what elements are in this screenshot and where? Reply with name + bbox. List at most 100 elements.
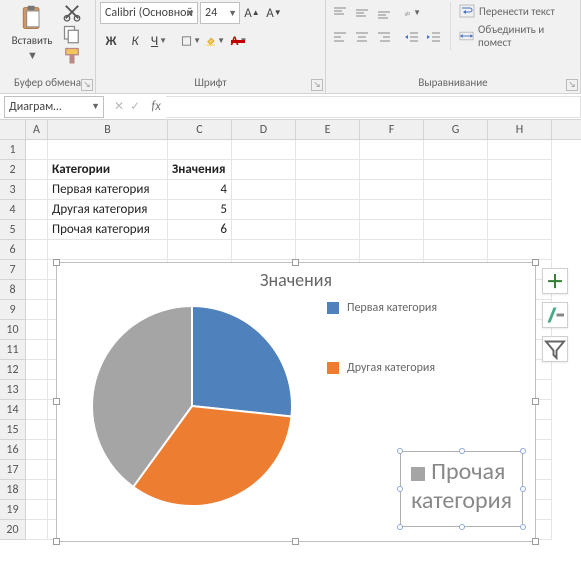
select-all-corner[interactable] (0, 120, 26, 139)
cell[interactable]: 6 (168, 220, 232, 240)
row-header[interactable]: 11 (0, 340, 26, 360)
italic-button[interactable]: К (124, 30, 146, 52)
resize-handle[interactable] (532, 538, 539, 545)
cell[interactable] (26, 500, 48, 520)
row-header[interactable]: 10 (0, 320, 26, 340)
cell[interactable] (424, 140, 488, 160)
cell[interactable] (296, 240, 360, 260)
chevron-down-icon[interactable]: ▼ (91, 101, 100, 112)
paste-button[interactable]: Вставить ▼ (4, 2, 60, 64)
cell[interactable] (232, 140, 296, 160)
legend-item-editing[interactable]: Прочаякатегория (400, 451, 523, 527)
cell[interactable] (360, 240, 424, 260)
align-center-button[interactable] (352, 26, 372, 48)
resize-handle[interactable] (292, 259, 299, 266)
cell[interactable] (168, 140, 232, 160)
format-painter-button[interactable] (62, 46, 82, 66)
cell[interactable]: Первая категория (48, 180, 168, 200)
cell[interactable]: Категории (48, 160, 168, 180)
cell[interactable] (424, 240, 488, 260)
cell[interactable] (488, 220, 552, 240)
row-header[interactable]: 5 (0, 220, 26, 240)
fx-icon[interactable]: fx (146, 99, 166, 114)
resize-handle[interactable] (53, 259, 60, 266)
decrease-font-button[interactable]: A▼ (264, 2, 284, 24)
copy-button[interactable] (62, 24, 82, 44)
align-right-button[interactable] (374, 26, 394, 48)
cell[interactable] (26, 340, 48, 360)
cell[interactable] (26, 220, 48, 240)
cell[interactable] (26, 440, 48, 460)
name-box[interactable]: Диаграм… ▼ (4, 96, 104, 118)
chevron-down-icon[interactable]: ▼ (27, 49, 38, 62)
row-header[interactable]: 17 (0, 460, 26, 480)
cell[interactable] (488, 240, 552, 260)
cell[interactable] (26, 480, 48, 500)
cell[interactable] (488, 140, 552, 160)
cell[interactable] (26, 380, 48, 400)
row-header[interactable]: 8 (0, 280, 26, 300)
font-color-button[interactable]: A▼ (228, 30, 250, 52)
chevron-down-icon[interactable]: ▼ (186, 8, 195, 19)
legend-item[interactable]: Другая категория (327, 361, 535, 375)
resize-handle[interactable] (53, 398, 60, 405)
cell[interactable] (296, 140, 360, 160)
cell[interactable] (296, 160, 360, 180)
font-size-combo[interactable]: 24 ▼ (200, 2, 240, 24)
row-header[interactable]: 6 (0, 240, 26, 260)
align-bottom-button[interactable] (374, 2, 394, 24)
cell[interactable] (360, 140, 424, 160)
chart-object[interactable]: Значения Первая категория Другая категор… (56, 262, 536, 542)
cell[interactable] (488, 200, 552, 220)
wrap-text-button[interactable]: Перенести текст (457, 2, 576, 20)
row-header[interactable]: 19 (0, 500, 26, 520)
cell[interactable] (26, 400, 48, 420)
chevron-down-icon[interactable]: ▼ (228, 8, 237, 19)
row-header[interactable]: 2 (0, 160, 26, 180)
dialog-launcher-icon[interactable]: ↘ (81, 79, 93, 91)
align-left-button[interactable] (330, 26, 350, 48)
col-header[interactable]: G (424, 120, 488, 139)
cell[interactable] (232, 200, 296, 220)
cell[interactable] (168, 240, 232, 260)
border-button[interactable]: ▼ (180, 30, 202, 52)
cell[interactable] (26, 140, 48, 160)
row-header[interactable]: 14 (0, 400, 26, 420)
cell[interactable] (360, 160, 424, 180)
cell[interactable] (296, 220, 360, 240)
merge-center-button[interactable]: Объединить и помест (457, 22, 576, 50)
chart-styles-button[interactable] (542, 302, 568, 328)
col-header[interactable]: F (360, 120, 424, 139)
dialog-launcher-icon[interactable]: ↘ (311, 79, 323, 91)
col-header[interactable]: B (48, 120, 168, 139)
row-header[interactable]: 7 (0, 260, 26, 280)
formula-input[interactable] (166, 96, 581, 118)
cell[interactable] (360, 220, 424, 240)
cut-button[interactable] (62, 2, 82, 22)
resize-handle[interactable] (532, 259, 539, 266)
orientation-button[interactable]: ab▼ (402, 2, 422, 24)
col-header[interactable]: C (168, 120, 232, 139)
decrease-indent-button[interactable] (402, 26, 422, 48)
cell[interactable] (26, 180, 48, 200)
cell[interactable] (296, 200, 360, 220)
row-header[interactable]: 20 (0, 520, 26, 540)
cancel-icon[interactable]: ✕ (114, 99, 124, 114)
cell[interactable] (26, 300, 48, 320)
cell[interactable] (424, 220, 488, 240)
resize-handle[interactable] (292, 538, 299, 545)
cell[interactable] (488, 180, 552, 200)
row-header[interactable]: 3 (0, 180, 26, 200)
increase-indent-button[interactable] (424, 26, 444, 48)
row-header[interactable]: 12 (0, 360, 26, 380)
chart-elements-button[interactable]: ＋ (542, 268, 568, 294)
row-header[interactable]: 18 (0, 480, 26, 500)
cell[interactable] (488, 160, 552, 180)
font-name-combo[interactable]: Calibri (Основной ▼ (100, 2, 198, 24)
col-header[interactable]: E (296, 120, 360, 139)
cell[interactable] (424, 160, 488, 180)
cell[interactable]: Прочая категория (48, 220, 168, 240)
resize-handle[interactable] (53, 538, 60, 545)
increase-font-button[interactable]: A▲ (242, 2, 262, 24)
col-header[interactable]: A (26, 120, 48, 139)
